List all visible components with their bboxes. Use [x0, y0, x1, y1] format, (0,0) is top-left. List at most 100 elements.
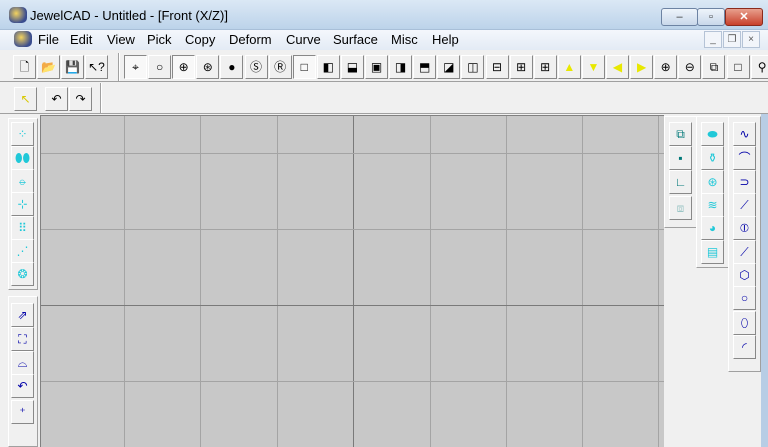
ellipse-button[interactable]: ⬯ [733, 311, 756, 335]
symmetric-curve-button[interactable]: ⌒ [733, 146, 756, 170]
sweep-surface-button[interactable]: ⊛ [701, 170, 724, 194]
rotate-left-button[interactable]: ◀ [606, 55, 629, 79]
point-button[interactable]: ▪ [669, 146, 692, 170]
fit-view-icon: □ [734, 60, 742, 74]
menu-view[interactable]: View [107, 32, 135, 47]
close-button[interactable]: ✕ [725, 8, 763, 26]
move-to-button[interactable]: ⇗ [11, 303, 34, 327]
mdi-close-button[interactable]: × [742, 31, 760, 48]
tube-surface-button[interactable]: ≋ [701, 193, 724, 217]
wireframe-circle-button[interactable]: ○ [148, 55, 172, 79]
toolbar-separator [100, 83, 102, 113]
rotate-copy-button[interactable]: ↶ [11, 374, 34, 398]
redo-button[interactable]: ↷ [69, 87, 92, 111]
split-horizontal-button[interactable]: ⊟ [485, 55, 509, 79]
new-file-button[interactable]: 🗋 [13, 55, 36, 79]
grid-line [582, 116, 583, 447]
view-left-button[interactable]: ◧ [316, 55, 340, 79]
open-folder-button[interactable]: 📂 [37, 55, 60, 79]
line-curve-button[interactable]: ⟋ [733, 240, 756, 264]
zoom-window-button[interactable]: ⧉ [702, 55, 726, 79]
realistic-render-button[interactable]: Ⓡ [268, 55, 292, 79]
circle-button[interactable]: ○ [733, 286, 756, 310]
view-bottom-button[interactable]: ⬓ [340, 55, 364, 79]
mirror-quadrant-button[interactable]: ⊹ [11, 192, 34, 216]
wireframe-circle-icon: ○ [155, 60, 164, 74]
symmetric-curve-icon: ⌒ [738, 151, 751, 165]
split-vertical-button[interactable]: ◫ [461, 55, 485, 79]
quad-view-button[interactable]: ⊞ [509, 55, 533, 79]
union-button[interactable]: ⧉ [669, 122, 692, 146]
viewport-front[interactable] [40, 115, 664, 447]
mirror-curve-button[interactable]: ⊃ [733, 170, 756, 194]
menu-help[interactable]: Help [432, 32, 459, 47]
menu-pick[interactable]: Pick [147, 32, 172, 47]
grid-line [430, 116, 431, 447]
menu-edit[interactable]: Edit [70, 32, 92, 47]
select-arrow-button[interactable]: ↖ [14, 87, 37, 111]
step-curve-button[interactable]: ⟋ [733, 193, 756, 217]
zoom-out-button[interactable]: ⊖ [678, 55, 702, 79]
mdi-restore-button[interactable]: ❐ [723, 31, 741, 48]
shaded-sphere-button[interactable]: ● [220, 55, 244, 79]
view-bottom-left-button[interactable]: ◪ [437, 55, 461, 79]
mirror-horizontal-icon: ⬮⬮ [14, 151, 31, 165]
extrude-surface-button[interactable]: ⬬ [701, 122, 724, 146]
mdi-minimize-button[interactable]: _ [704, 31, 722, 48]
polygon-curve-button[interactable]: ⬡ [733, 263, 756, 287]
toolbar-divider [0, 81, 768, 82]
mirror-vertical-button[interactable]: ⦵ [11, 169, 34, 193]
rotate-down-button[interactable]: ▼ [581, 55, 605, 79]
menu-deform[interactable]: Deform [229, 32, 272, 47]
rotate-up-icon: ▲ [563, 60, 576, 74]
arch-button[interactable]: ⌓ [11, 351, 34, 375]
view-frame-button[interactable]: ▣ [365, 55, 388, 79]
fit-view-button[interactable]: □ [726, 55, 750, 79]
ellipse-curve-button[interactable]: ⦶ [733, 216, 756, 240]
pick-point-button[interactable]: ⌖ [124, 55, 147, 79]
menu-misc[interactable]: Misc [391, 32, 418, 47]
rotate-up-button[interactable]: ▲ [557, 55, 581, 79]
menu-file[interactable]: File [38, 32, 59, 47]
disabled-box-button: ⧈ [669, 196, 692, 220]
mesh-sphere-button[interactable]: ⊛ [196, 55, 220, 79]
view-single-button[interactable]: □ [292, 55, 316, 79]
more-button[interactable]: ⚲ [750, 55, 768, 79]
quad-view-bold-button[interactable]: ⊞ [533, 55, 557, 79]
rail-surface-button[interactable]: ▤ [701, 240, 724, 264]
quad-view-bold-icon: ⊞ [540, 60, 551, 74]
view-top-button[interactable]: ⬒ [413, 55, 437, 79]
scatter-points-button[interactable]: ⁺ [11, 400, 34, 424]
linear-array-button[interactable]: ⋰ [11, 239, 34, 263]
menu-copy[interactable]: Copy [185, 32, 215, 47]
ellipse-icon: ⬯ [740, 316, 749, 330]
minimize-button[interactable]: ‒ [661, 8, 698, 26]
maximize-button[interactable]: ▫ [697, 8, 725, 26]
array-grid-button[interactable]: ⠿ [11, 216, 34, 240]
save-icon: 💾 [65, 60, 80, 74]
free-curve-button[interactable]: ∿ [733, 122, 756, 146]
smooth-render-button[interactable]: Ⓢ [244, 55, 268, 79]
view-right-button[interactable]: ◨ [389, 55, 413, 79]
union-icon: ⧉ [676, 127, 685, 141]
mirror-quadrant-icon: ⊹ [17, 197, 28, 211]
menu-surface[interactable]: Surface [333, 32, 378, 47]
rotate-right-button[interactable]: ▶ [630, 55, 654, 79]
revolve-surface-button[interactable]: ⚱ [701, 146, 724, 170]
corner-button[interactable]: ∟ [669, 170, 692, 194]
ellipse-curve-icon: ⦶ [740, 221, 749, 235]
menu-curve[interactable]: Curve [286, 32, 321, 47]
save-button[interactable]: 💾 [61, 55, 84, 79]
wire-sphere-button[interactable]: ⊕ [172, 55, 196, 79]
zoom-in-button[interactable]: ⊕ [654, 55, 678, 79]
menu-bar: File Edit View Pick Copy Deform Curve Surface Mi… [0, 30, 768, 50]
pick-points-button[interactable]: ⁘ [11, 122, 34, 146]
undo-button[interactable]: ↶ [45, 87, 68, 111]
radial-array-button[interactable]: ❂ [11, 262, 34, 286]
context-help-button[interactable]: ↖? [85, 55, 108, 79]
scale-fit-button[interactable]: ⛶ [11, 327, 34, 351]
view-single-icon: □ [300, 60, 308, 74]
loft-surface-button[interactable]: ◕ [701, 216, 724, 240]
arc-button[interactable]: ◜ [733, 335, 756, 359]
mirror-horizontal-button[interactable]: ⬮⬮ [11, 146, 34, 170]
